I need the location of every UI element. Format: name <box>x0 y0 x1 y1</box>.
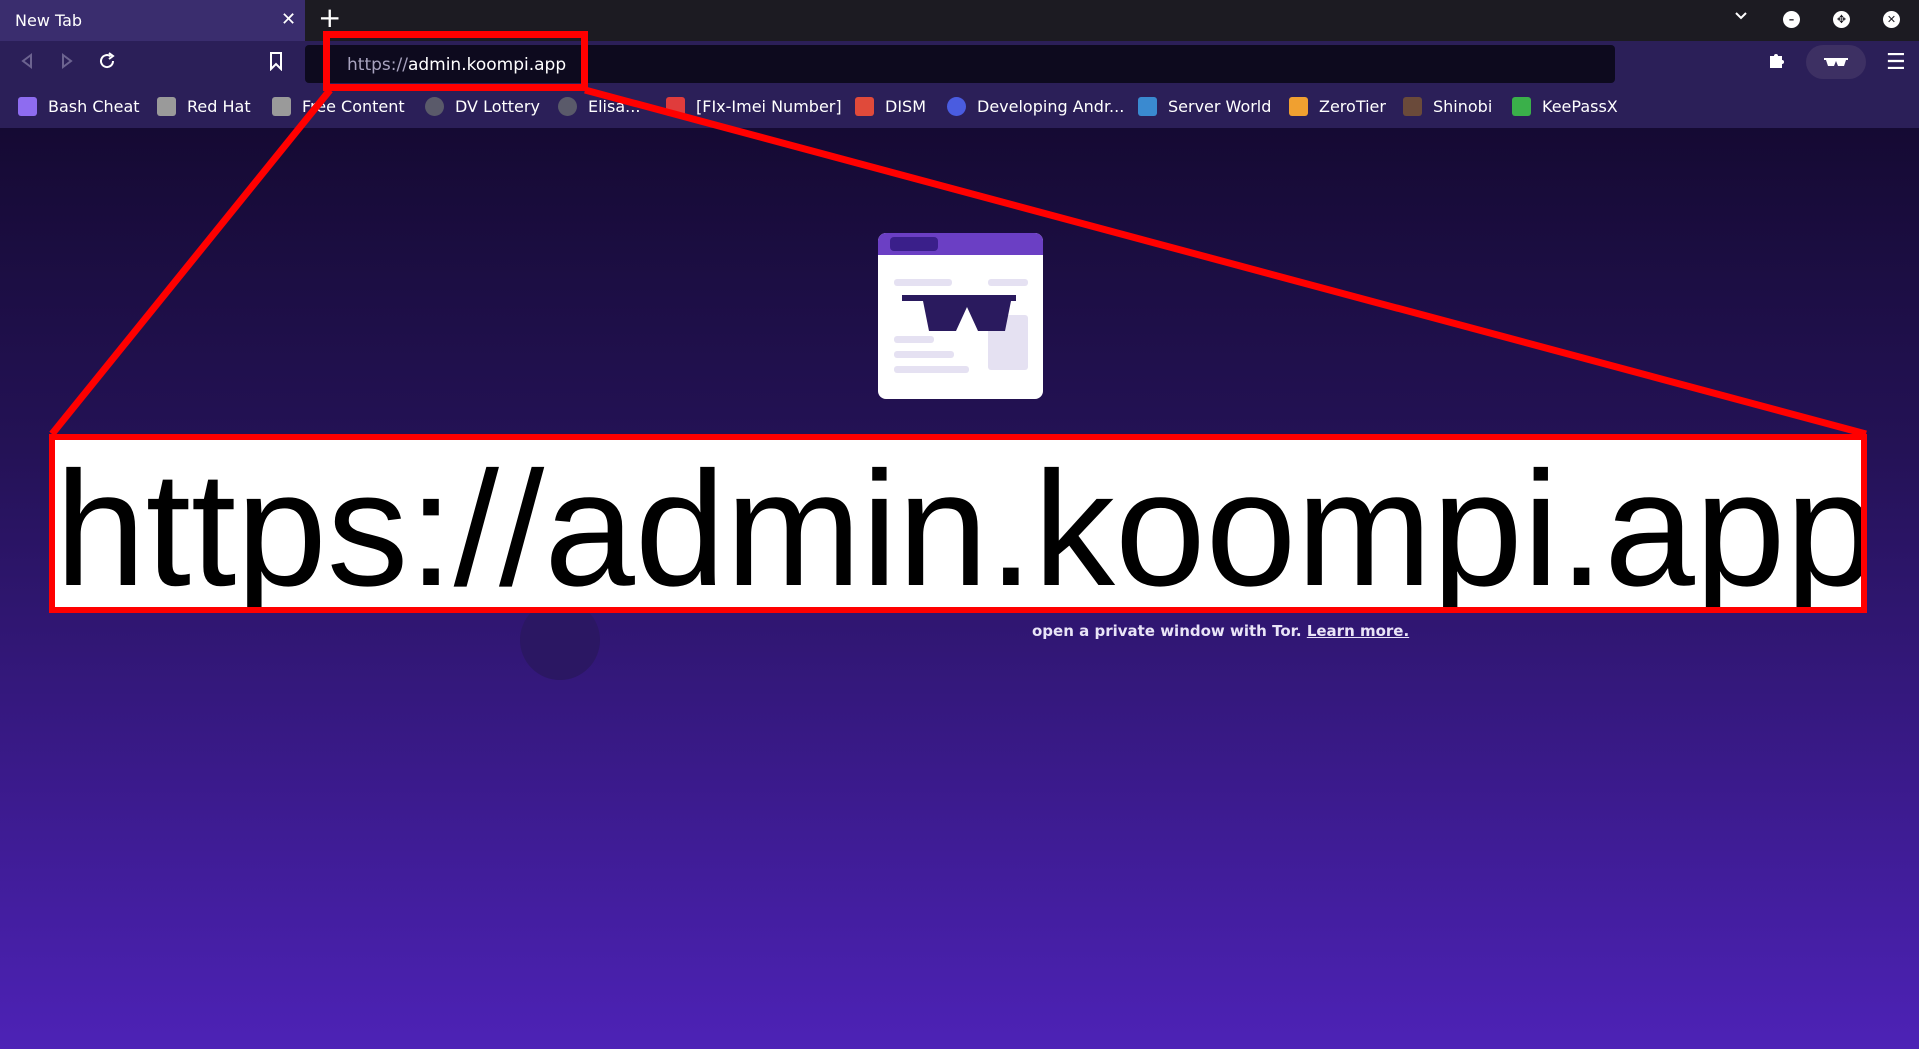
private-browsing-indicator[interactable] <box>1806 45 1866 79</box>
bookmark-favicon-icon <box>18 96 37 116</box>
zoomed-url-text: https://admin.koompi.app <box>55 437 1867 613</box>
bookmark-item[interactable]: KeePassX <box>1512 95 1618 117</box>
zoomed-url-callout: https://admin.koompi.app <box>49 434 1867 613</box>
bookmark-favicon-icon <box>1403 96 1422 116</box>
bookmark-label: KeePassX <box>1542 96 1618 116</box>
bookmark-label: Developing Andr... <box>977 96 1125 116</box>
extensions-puzzle-icon[interactable] <box>1767 50 1787 75</box>
bookmark-label: Server World <box>1168 96 1272 116</box>
bookmark-favicon-icon <box>1289 96 1308 116</box>
bookmark-folder[interactable]: Free Content <box>272 95 405 117</box>
tab-list-chevron-icon[interactable] <box>1733 8 1749 28</box>
bookmark-item[interactable]: Developing Andr... <box>947 95 1124 117</box>
private-info-text: open a private window with Tor. Learn mo… <box>1032 622 1409 640</box>
globe-icon <box>425 96 444 116</box>
bookmark-label: Bash Cheat <box>48 96 140 116</box>
private-browsing-illustration <box>878 233 1043 399</box>
tab-title: New Tab <box>15 11 83 30</box>
url-highlight-box <box>323 31 588 91</box>
bookmark-folder[interactable]: Red Hat <box>157 95 251 117</box>
bookmark-label: Shinobi <box>1433 96 1493 116</box>
app-menu-icon[interactable]: ☰ <box>1886 50 1906 75</box>
bookmarks-toolbar: Bash Cheat Red Hat Free Content DV Lotte… <box>0 85 1919 129</box>
minimize-icon[interactable]: – <box>1783 11 1800 28</box>
globe-icon <box>558 96 577 116</box>
navigation-toolbar: https://admin.koompi.app ☰ <box>0 41 1919 85</box>
bookmark-label: DV Lottery <box>455 96 540 116</box>
bookmark-favicon-icon <box>1138 96 1157 116</box>
maximize-icon[interactable]: ✥ <box>1833 11 1850 28</box>
bookmark-favicon-icon <box>855 96 874 116</box>
private-info-sentence: open a private window with Tor. <box>1032 622 1302 640</box>
bookmark-favicon-icon <box>947 96 966 116</box>
bookmark-item[interactable]: Shinobi <box>1403 95 1492 117</box>
tab-strip: New Tab ✕ + – ✥ ✕ <box>0 0 1919 41</box>
bookmark-label: Red Hat <box>187 96 251 116</box>
bookmark-label: [FIx-Imei Number] <box>696 96 842 116</box>
bookmark-label: DISM <box>885 96 926 116</box>
bookmark-icon[interactable] <box>268 51 284 76</box>
bookmark-item[interactable]: DISM <box>855 95 926 117</box>
learn-more-link[interactable]: Learn more. <box>1307 622 1409 640</box>
folder-icon <box>157 96 176 116</box>
sunglasses-icon <box>1824 58 1848 66</box>
new-tab-button[interactable]: + <box>318 4 341 32</box>
bookmark-label: Elisa... <box>588 96 641 116</box>
bookmark-item[interactable]: Server World <box>1138 95 1271 117</box>
bookmark-label: Free Content <box>302 96 405 116</box>
reload-icon[interactable] <box>97 51 117 76</box>
bookmark-item[interactable]: ZeroTier <box>1289 95 1386 117</box>
bookmark-favicon-icon <box>666 96 685 116</box>
back-icon[interactable] <box>18 51 36 75</box>
bookmark-item[interactable]: Bash Cheat <box>18 95 140 117</box>
tab-new-tab[interactable]: New Tab ✕ <box>0 0 305 41</box>
bookmark-label: ZeroTier <box>1319 96 1386 116</box>
forward-icon[interactable] <box>58 51 76 75</box>
folder-icon <box>272 96 291 116</box>
bookmark-favicon-icon <box>1512 96 1531 116</box>
bookmark-item[interactable]: [FIx-Imei Number] <box>666 95 842 117</box>
tab-close-icon[interactable]: ✕ <box>281 9 296 30</box>
bookmark-item[interactable]: DV Lottery <box>425 95 540 117</box>
bookmark-item[interactable]: Elisa... <box>558 95 640 117</box>
close-window-icon[interactable]: ✕ <box>1883 11 1900 28</box>
